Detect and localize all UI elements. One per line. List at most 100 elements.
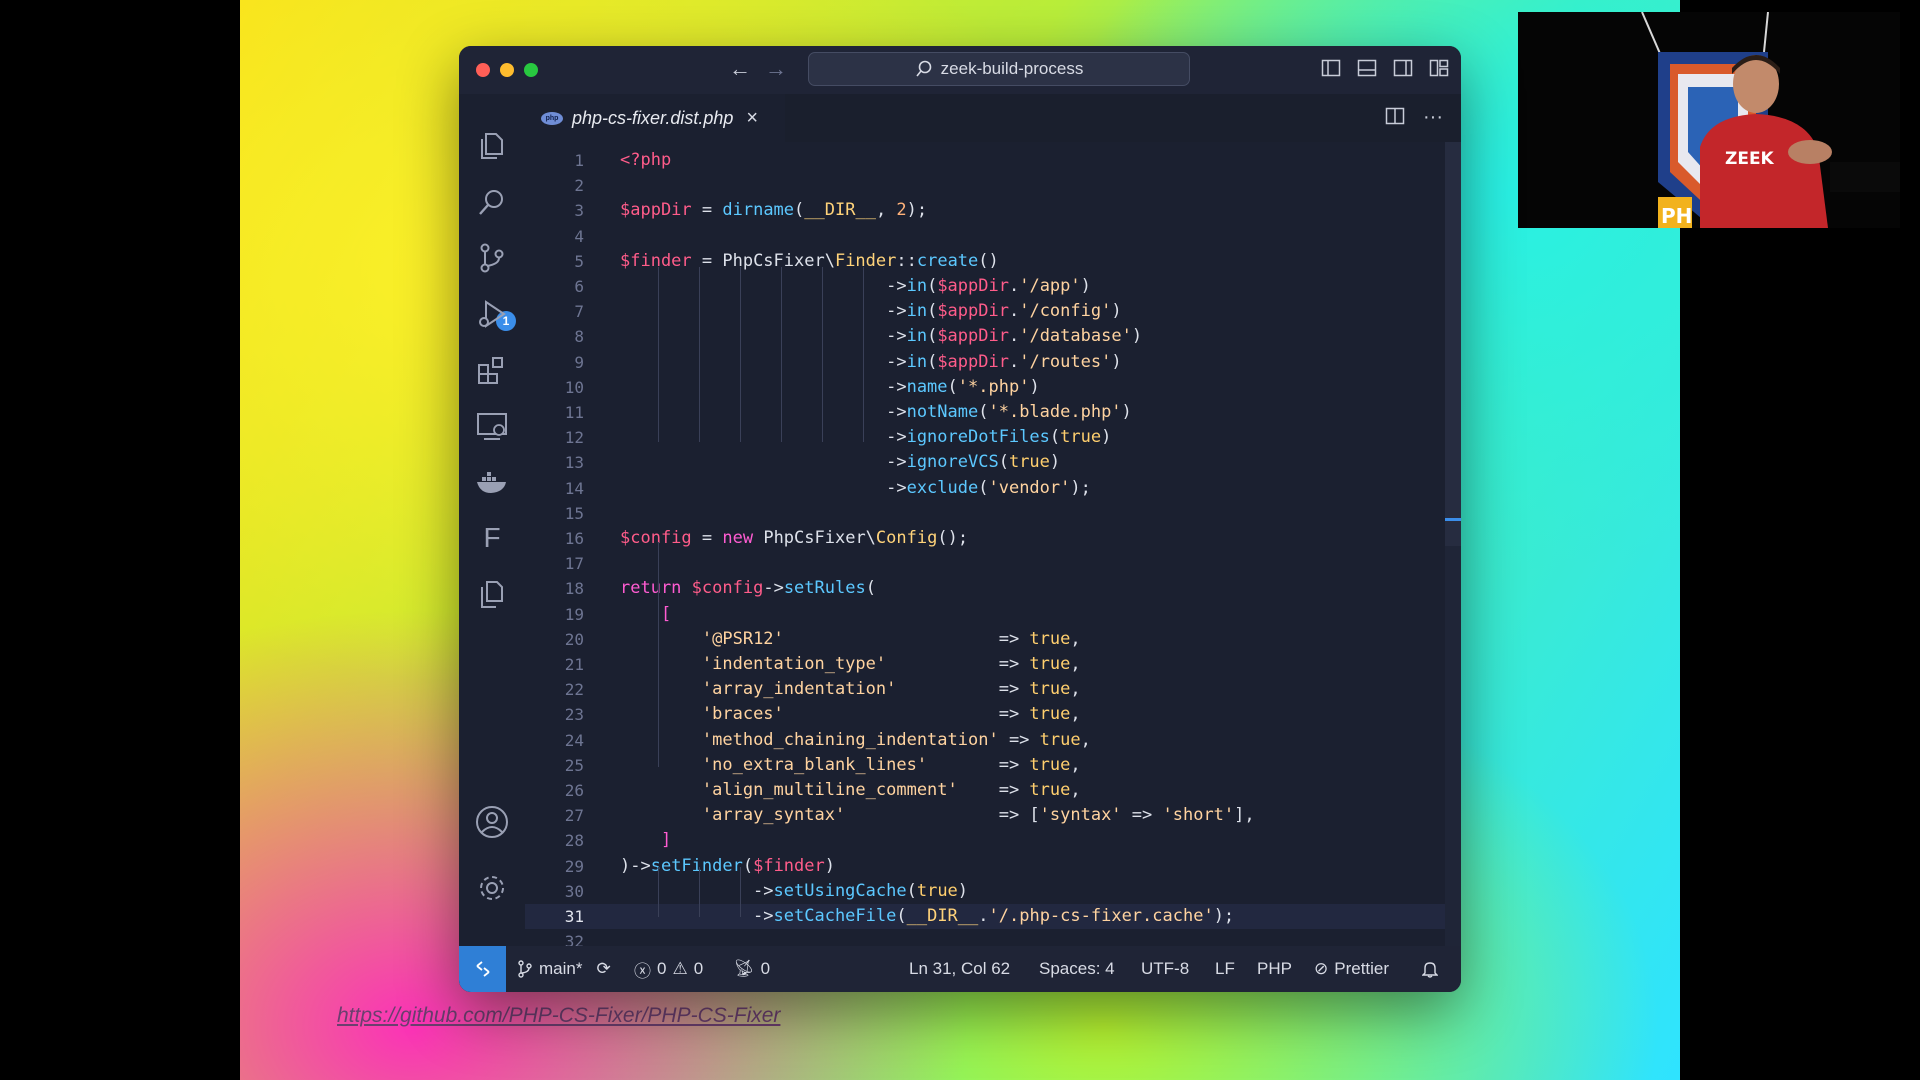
code-line[interactable]: 17 (525, 551, 1445, 576)
cursor-position[interactable]: Ln 31, Col 62 (909, 946, 1010, 992)
line-number[interactable]: 19 (525, 602, 584, 627)
code-line[interactable]: 31 ->setCacheFile(__DIR__.'/.php-cs-fixe… (525, 904, 1445, 929)
line-number[interactable]: 26 (525, 778, 584, 803)
code-line[interactable]: 13 ->ignoreVCS(true) (525, 450, 1445, 475)
eol-status[interactable]: LF (1215, 946, 1235, 992)
code-line[interactable]: 4 (525, 224, 1445, 249)
line-number[interactable]: 1 (525, 148, 584, 173)
line-number[interactable]: 18 (525, 576, 584, 601)
code-line[interactable]: 11 ->notName('*.blade.php') (525, 400, 1445, 425)
code-line[interactable]: 29)->setFinder($finder) (525, 854, 1445, 879)
code-line[interactable]: 21 'indentation_type' => true, (525, 652, 1445, 677)
code-line[interactable]: 3 $appDir = dirname(__DIR__, 2); (525, 198, 1445, 223)
code-line[interactable]: 25 'no_extra_blank_lines' => true, (525, 753, 1445, 778)
code-line[interactable]: 23 'braces' => true, (525, 702, 1445, 727)
line-number[interactable]: 3 (525, 198, 584, 223)
line-number[interactable]: 9 (525, 350, 584, 375)
line-number[interactable]: 8 (525, 324, 584, 349)
line-number[interactable]: 14 (525, 476, 584, 501)
code-line[interactable]: 28 ] (525, 828, 1445, 853)
line-number[interactable]: 29 (525, 854, 584, 879)
back-arrow-icon[interactable]: ← (729, 56, 751, 82)
command-center-search[interactable]: zeek-build-process (808, 52, 1190, 86)
docker-icon[interactable] (474, 464, 510, 500)
line-number[interactable]: 31 (525, 904, 584, 929)
source-control-icon[interactable] (474, 240, 510, 276)
line-number[interactable]: 30 (525, 879, 584, 904)
line-number[interactable]: 21 (525, 652, 584, 677)
maximize-window-button[interactable] (524, 63, 538, 77)
code-line[interactable]: 19 [ (525, 602, 1445, 627)
encoding-status[interactable]: UTF-8 (1141, 946, 1189, 992)
php-cs-fixer-github-link[interactable]: https://github.com/PHP-CS-Fixer/PHP-CS-F… (337, 1004, 780, 1028)
toggle-panel-icon[interactable] (1357, 58, 1377, 78)
line-number[interactable]: 13 (525, 450, 584, 475)
code-line[interactable]: 22 'array_indentation' => true, (525, 677, 1445, 702)
explorer-icon[interactable] (474, 128, 510, 164)
toggle-secondary-sidebar-icon[interactable] (1393, 58, 1413, 78)
tab-close-icon[interactable]: × (746, 107, 758, 130)
code-line[interactable]: 9 ->in($appDir.'/routes') (525, 350, 1445, 375)
close-window-button[interactable] (476, 63, 490, 77)
prettier-status[interactable]: ⊘ Prettier (1314, 946, 1389, 992)
toggle-primary-sidebar-icon[interactable] (1321, 58, 1341, 78)
line-number[interactable]: 6 (525, 274, 584, 299)
line-number[interactable]: 11 (525, 400, 584, 425)
remote-indicator[interactable] (459, 946, 506, 992)
code-line[interactable]: 7 ->in($appDir.'/config') (525, 299, 1445, 324)
run-and-debug-icon[interactable] (474, 296, 510, 332)
line-number[interactable]: 17 (525, 551, 584, 576)
code-line[interactable]: 6 ->in($appDir.'/app') (525, 274, 1445, 299)
line-number[interactable]: 22 (525, 677, 584, 702)
branch-status[interactable]: main* ⟳ (517, 946, 611, 992)
remote-explorer-icon[interactable] (474, 408, 510, 444)
code-line[interactable]: 15 (525, 501, 1445, 526)
extensions-icon[interactable] (474, 352, 510, 388)
more-actions-icon[interactable]: ··· (1423, 106, 1443, 132)
code-line[interactable]: 27 'array_syntax' => ['syntax' => 'short… (525, 803, 1445, 828)
line-number[interactable]: 28 (525, 828, 584, 853)
code-line[interactable]: 18 return $config->setRules( (525, 576, 1445, 601)
split-editor-icon[interactable] (1385, 106, 1405, 132)
line-number[interactable]: 4 (525, 224, 584, 249)
line-number[interactable]: 5 (525, 249, 584, 274)
code-line[interactable]: 12 ->ignoreDotFiles(true) (525, 425, 1445, 450)
line-number[interactable]: 15 (525, 501, 584, 526)
line-number[interactable]: 25 (525, 753, 584, 778)
language-mode[interactable]: PHP (1257, 946, 1292, 992)
line-number[interactable]: 7 (525, 299, 584, 324)
scrollbar-thumb[interactable] (1445, 142, 1461, 546)
minimize-window-button[interactable] (500, 63, 514, 77)
notifications-bell-icon[interactable] (1422, 946, 1438, 992)
code-line[interactable]: 26 'align_multiline_comment' => true, (525, 778, 1445, 803)
line-number[interactable]: 27 (525, 803, 584, 828)
copy-files-icon[interactable] (474, 576, 510, 612)
settings-gear-icon[interactable] (474, 870, 510, 906)
ports-status[interactable]: 📡︎ 0 (733, 946, 770, 992)
code-line[interactable]: 16 $config = new PhpCsFixer\Config(); (525, 526, 1445, 551)
customize-layout-icon[interactable] (1429, 58, 1449, 78)
f-extension-icon[interactable]: F (474, 520, 510, 556)
code-line[interactable]: 2 (525, 173, 1445, 198)
line-number[interactable]: 12 (525, 425, 584, 450)
tab-php-cs-fixer-dist[interactable]: php php-cs-fixer.dist.php × (525, 94, 785, 142)
line-number[interactable]: 10 (525, 375, 584, 400)
accounts-icon[interactable] (474, 804, 510, 840)
code-line[interactable]: 10 ->name('*.php') (525, 375, 1445, 400)
problems-status[interactable]: ⓧ 0 ⚠ 0 (634, 946, 703, 992)
code-line[interactable]: 5 $finder = PhpCsFixer\Finder::create() (525, 249, 1445, 274)
code-line[interactable]: 30 ->setUsingCache(true) (525, 879, 1445, 904)
code-line[interactable]: 20 '@PSR12' => true, (525, 627, 1445, 652)
line-number[interactable]: 23 (525, 702, 584, 727)
code-line[interactable]: 1 <?php (525, 148, 1445, 173)
sync-icon[interactable]: ⟳ (596, 959, 610, 979)
code-line[interactable]: 8 ->in($appDir.'/database') (525, 324, 1445, 349)
forward-arrow-icon[interactable]: → (765, 56, 787, 82)
line-number[interactable]: 20 (525, 627, 584, 652)
code-editor[interactable]: 32 31 ->setCacheFile(__DIR__.'/.php-cs-fi… (525, 142, 1461, 951)
editor-scrollbar[interactable] (1445, 142, 1461, 946)
line-number[interactable]: 24 (525, 728, 584, 753)
search-activity-icon[interactable] (474, 184, 510, 220)
code-line[interactable]: 14 ->exclude('vendor'); (525, 476, 1445, 501)
indentation-status[interactable]: Spaces: 4 (1039, 946, 1115, 992)
